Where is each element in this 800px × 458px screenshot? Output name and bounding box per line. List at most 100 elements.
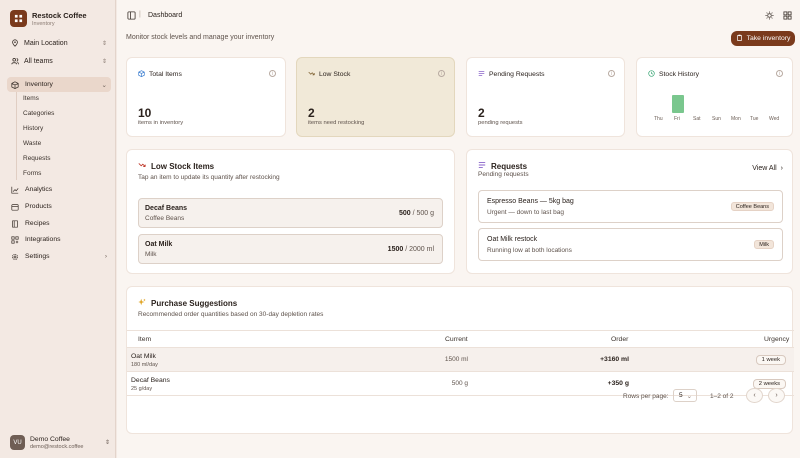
- purchase-suggestions-title: Purchase Suggestions: [138, 298, 237, 308]
- row-order: +350 g: [607, 380, 629, 387]
- view-all-label: View All: [752, 165, 777, 172]
- row-item-name: Decaf Beans: [131, 377, 170, 384]
- brand[interactable]: Restock Coffee Inventory: [10, 10, 87, 27]
- stock-history-label: Stock History: [659, 71, 700, 78]
- info-icon[interactable]: i: [608, 70, 615, 77]
- nav-history[interactable]: History: [23, 125, 43, 132]
- row-current: 500 g: [451, 380, 468, 387]
- next-page-button[interactable]: ›: [768, 388, 785, 403]
- nav-forms[interactable]: Forms: [23, 170, 41, 177]
- day-label: Tue: [750, 116, 759, 122]
- prev-page-button[interactable]: ‹: [746, 388, 763, 403]
- total-items-card[interactable]: Total Items i 10 items in inventory: [126, 57, 286, 137]
- location-label: Main Location: [24, 39, 68, 47]
- sidebar-toggle-icon[interactable]: [127, 11, 137, 21]
- request-tag: Milk: [754, 240, 774, 249]
- request-item[interactable]: Espresso Beans — 5kg bag Urgent — down t…: [478, 190, 783, 223]
- column-urgency[interactable]: Urgency: [764, 336, 789, 343]
- clock-icon: [648, 70, 655, 79]
- user-email: demo@restock.coffee: [30, 443, 84, 450]
- column-order[interactable]: Order: [611, 336, 628, 343]
- request-desc: Urgent — down to last bag: [487, 209, 564, 216]
- low-stock-caption: items need restocking: [308, 120, 365, 126]
- trend-down-icon: [138, 161, 146, 171]
- column-current[interactable]: Current: [445, 336, 468, 343]
- nav-integrations[interactable]: Integrations: [7, 232, 111, 247]
- low-stock-items-card: Low Stock Items Tap an item to update it…: [126, 149, 455, 274]
- stock-history-title: Stock History: [648, 70, 699, 79]
- day-label: Fri: [674, 116, 680, 122]
- pending-requests-card[interactable]: Pending Requests i 2 pending requests: [466, 57, 625, 137]
- table-header: Item Current Order Urgency: [127, 330, 794, 348]
- chevrons-updown-icon: ⇕: [104, 440, 110, 446]
- trend-down-icon: [308, 70, 315, 79]
- book-icon: [11, 219, 19, 228]
- nav-inventory-label: Inventory: [25, 81, 53, 88]
- nav-items[interactable]: Items: [23, 95, 39, 102]
- subnav-line: [16, 92, 17, 180]
- nav-requests[interactable]: Requests: [23, 155, 50, 162]
- item-total: / 500 g: [412, 210, 434, 217]
- low-stock-value: 2: [308, 106, 315, 120]
- grid-plug-icon: [11, 235, 19, 244]
- item-current: 500: [398, 210, 411, 217]
- view-all-link[interactable]: View All ›: [752, 165, 783, 172]
- chevrons-updown-icon: ⇕: [101, 40, 107, 47]
- low-stock-items-title: Low Stock Items: [138, 161, 214, 171]
- column-item[interactable]: Item: [138, 336, 151, 343]
- chevron-left-icon: ‹: [753, 392, 756, 399]
- page-subtitle: Monitor stock levels and manage your inv…: [126, 34, 275, 41]
- nav-analytics[interactable]: Analytics: [7, 182, 111, 197]
- item-name: Decaf Beans: [145, 205, 188, 212]
- brand-name: Restock Coffee: [32, 10, 87, 20]
- low-stock-item[interactable]: Decaf Beans Coffee Beans 500 / 500 g: [138, 198, 443, 228]
- day-label: Mon: [731, 116, 741, 122]
- team-selector[interactable]: All teams ⇕: [7, 53, 111, 69]
- low-stock-items-label: Low Stock Items: [151, 161, 215, 171]
- nav-analytics-label: Analytics: [25, 186, 53, 193]
- low-stock-title: Low Stock: [308, 70, 350, 79]
- gear-icon: [11, 253, 19, 261]
- package-icon: [11, 80, 19, 89]
- request-item[interactable]: Oat Milk restock Running low at both loc…: [478, 228, 783, 261]
- row-order: +3160 ml: [600, 356, 629, 363]
- total-items-value: 10: [138, 106, 152, 120]
- stock-history-card[interactable]: Stock History i Thu Fri Sat Sun Mon Tue …: [636, 57, 793, 137]
- item-total: / 2000 ml: [405, 246, 434, 253]
- nav-inventory[interactable]: Inventory ⌄: [7, 77, 111, 92]
- nav-waste[interactable]: Waste: [23, 140, 41, 147]
- user-menu[interactable]: VU Demo Coffee demo@restock.coffee ⇕: [10, 435, 110, 450]
- info-icon[interactable]: i: [438, 70, 445, 77]
- history-bar: [672, 95, 684, 113]
- info-icon[interactable]: i: [776, 70, 783, 77]
- breadcrumb-separator: |: [139, 11, 141, 18]
- low-stock-card[interactable]: Low Stock i 2 items need restocking: [296, 57, 455, 137]
- nav-settings-label: Settings: [25, 253, 50, 260]
- item-name: Oat Milk: [145, 241, 173, 248]
- info-icon[interactable]: i: [269, 70, 276, 77]
- nav-products[interactable]: Products: [7, 199, 111, 214]
- request-tag: Coffee Beans: [730, 202, 774, 211]
- location-selector[interactable]: Main Location ⇕: [7, 35, 111, 51]
- users-icon: [11, 57, 19, 65]
- rows-per-page-select[interactable]: 5 ⌄: [673, 389, 697, 402]
- urgency-badge: 1 week: [755, 355, 786, 365]
- take-inventory-button[interactable]: Take inventory: [731, 31, 795, 46]
- pending-requests-label: Pending Requests: [489, 71, 545, 78]
- nav-recipes[interactable]: Recipes: [7, 216, 111, 231]
- sun-icon[interactable]: [765, 11, 775, 21]
- table-row[interactable]: Oat Milk 180 ml/day 1500 ml +3160 ml 1 w…: [127, 348, 794, 372]
- day-label: Sun: [712, 116, 721, 122]
- nav-categories[interactable]: Categories: [23, 110, 54, 117]
- nav-settings[interactable]: Settings ›: [7, 249, 111, 264]
- requests-label: Requests: [491, 161, 528, 171]
- rows-per-page-label: Rows per page:: [623, 393, 669, 400]
- low-stock-item[interactable]: Oat Milk Milk 1500 / 2000 ml: [138, 234, 443, 264]
- total-items-label: Total Items: [149, 71, 182, 78]
- cube-icon: [138, 70, 145, 79]
- nav-recipes-label: Recipes: [25, 220, 50, 227]
- sidebar: Restock Coffee Inventory Main Location ⇕…: [0, 0, 116, 458]
- row-item-rate: 180 ml/day: [131, 362, 158, 368]
- layout-grid-icon[interactable]: [783, 11, 793, 21]
- box-icon: [11, 203, 19, 211]
